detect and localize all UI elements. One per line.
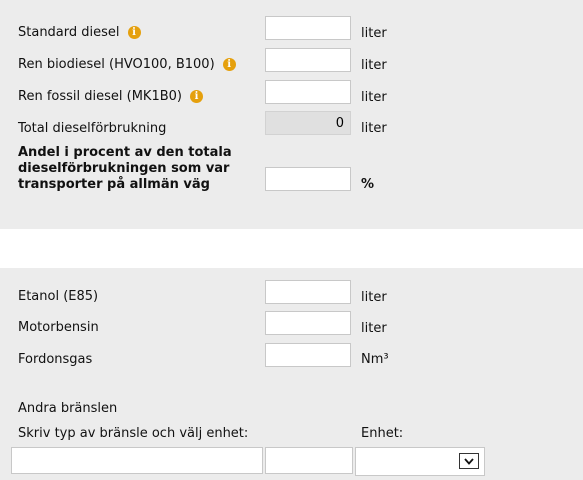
chevron-down-icon — [464, 457, 474, 465]
ethanol-input[interactable] — [265, 280, 351, 304]
public-road-share-label: Andel i procent av den totala dieselförb… — [18, 145, 232, 192]
standard-diesel-label: Standard diesel i — [18, 25, 141, 40]
petrol-label: Motorbensin — [18, 320, 99, 335]
other-fuels-instruction: Skriv typ av bränsle och välj enhet: — [18, 426, 249, 441]
info-icon[interactable]: i — [222, 58, 236, 71]
other-fuels-heading: Andra bränslen — [18, 401, 118, 416]
unit-select[interactable] — [355, 447, 485, 476]
ethanol-unit: liter — [361, 290, 387, 305]
total-diesel-unit: liter — [361, 121, 387, 136]
info-icon[interactable]: i — [189, 90, 203, 103]
fossil-diesel-label: Ren fossil diesel (MK1B0) i — [18, 89, 203, 104]
vehicle-gas-label: Fordonsgas — [18, 352, 93, 367]
total-diesel-readout — [265, 111, 351, 135]
vehicle-gas-unit: Nm³ — [361, 352, 389, 367]
standard-diesel-input[interactable] — [265, 16, 351, 40]
custom-fuel-type-input[interactable] — [11, 447, 263, 474]
fossil-diesel-unit: liter — [361, 90, 387, 105]
standard-diesel-unit: liter — [361, 26, 387, 41]
biodiesel-input[interactable] — [265, 48, 351, 72]
diesel-section: Standard diesel i liter Ren biodiesel (HV… — [0, 0, 583, 229]
info-icon[interactable]: i — [127, 26, 141, 39]
custom-fuel-amount-input[interactable] — [265, 447, 353, 474]
petrol-unit: liter — [361, 321, 387, 336]
public-road-share-input[interactable] — [265, 167, 351, 191]
ethanol-label: Etanol (E85) — [18, 289, 99, 304]
other-fuels-section: Etanol (E85) liter Motorbensin liter For… — [0, 268, 583, 480]
unit-select-label: Enhet: — [361, 426, 404, 441]
dropdown-button[interactable] — [459, 453, 479, 469]
total-diesel-label: Total dieselförbrukning — [18, 121, 167, 136]
vehicle-gas-input[interactable] — [265, 343, 351, 367]
fossil-diesel-input[interactable] — [265, 80, 351, 104]
petrol-input[interactable] — [265, 311, 351, 335]
public-road-share-unit: % — [361, 177, 375, 192]
biodiesel-unit: liter — [361, 58, 387, 73]
biodiesel-label: Ren biodiesel (HVO100, B100) i — [18, 57, 236, 72]
